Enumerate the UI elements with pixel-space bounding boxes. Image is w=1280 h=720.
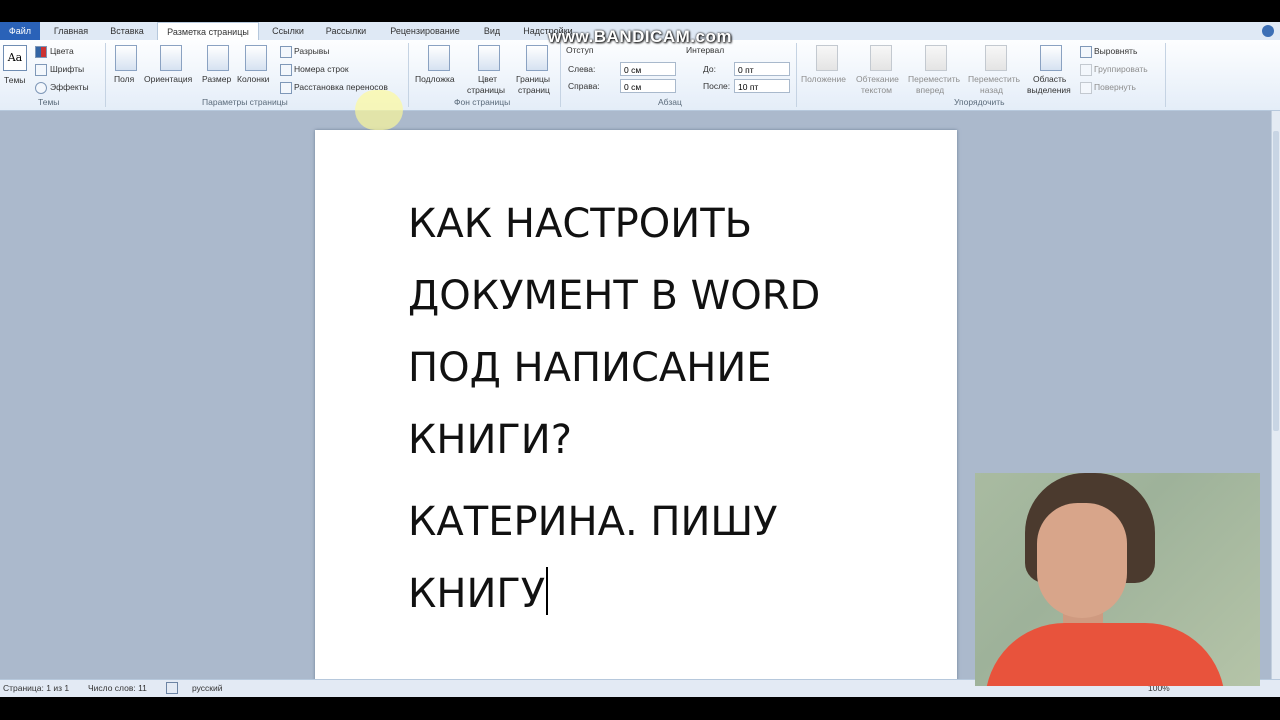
effects-icon <box>35 82 47 94</box>
arrange-group-label: Упорядочить <box>954 97 1005 107</box>
page-borders-icon <box>526 45 548 71</box>
orientation-icon <box>160 45 182 71</box>
columns-button[interactable]: Колонки <box>237 74 269 84</box>
spacing-before-label: До: <box>703 64 716 74</box>
document-page[interactable]: КАК НАСТРОИТЬ ДОКУМЕНТ В WORD ПОД НАПИСА… <box>315 130 957 690</box>
group-divider <box>1165 43 1166 107</box>
bring-forward-button-line2: вперед <box>916 85 945 95</box>
margins-button[interactable]: Поля <box>114 74 134 84</box>
indent-right-label: Справа: <box>568 81 600 91</box>
ribbon: Aa Темы Цвета Шрифты Эффекты Темы Поля О… <box>0 40 1280 111</box>
themes-icon[interactable]: Aa <box>3 45 27 71</box>
hyphenation-icon <box>280 82 292 94</box>
line-numbers-button[interactable]: Номера строк <box>294 64 349 74</box>
watermark-icon <box>428 45 450 71</box>
paragraph-group-label: Абзац <box>658 97 682 107</box>
fonts-button[interactable]: Шрифты <box>50 64 84 74</box>
recording-watermark: www.BANDICAM.com <box>548 27 732 46</box>
align-icon <box>1080 46 1092 58</box>
send-backward-button[interactable]: Переместить <box>968 74 1020 84</box>
document-line-last: КНИГУ <box>408 558 928 630</box>
status-word-count[interactable]: Число слов: 11 <box>88 683 147 693</box>
wrap-text-button[interactable]: Обтекание <box>856 74 899 84</box>
selection-pane-button[interactable]: Область <box>1033 74 1066 84</box>
document-body[interactable]: КАК НАСТРОИТЬ ДОКУМЕНТ В WORD ПОД НАПИСА… <box>408 188 928 630</box>
themes-group-label: Темы <box>38 97 60 107</box>
group-divider <box>408 43 409 107</box>
screen-top-band <box>0 0 1280 22</box>
rotate-button[interactable]: Повернуть <box>1094 82 1136 92</box>
page-setup-group-label: Параметры страницы <box>202 97 288 107</box>
document-line: КНИГИ? <box>408 417 572 463</box>
group-objects-button[interactable]: Группировать <box>1094 64 1148 74</box>
indent-left-field[interactable]: 0 см <box>620 62 676 76</box>
group-divider <box>796 43 797 107</box>
group-divider <box>105 43 106 107</box>
spacing-after-label: После: <box>703 81 731 91</box>
page-borders-button[interactable]: Границы <box>516 74 550 84</box>
indent-right-field[interactable]: 0 см <box>620 79 676 93</box>
webcam-person-shirt <box>985 623 1225 686</box>
text-caret <box>546 567 549 615</box>
send-backward-button-line2: назад <box>980 85 1003 95</box>
breaks-button[interactable]: Разрывы <box>294 46 329 56</box>
selection-pane-icon <box>1040 45 1062 71</box>
indent-left-label: Слева: <box>568 64 596 74</box>
bring-forward-button[interactable]: Переместить <box>908 74 960 84</box>
breaks-icon <box>280 46 292 58</box>
size-button[interactable]: Размер <box>202 74 231 84</box>
vertical-scrollbar[interactable] <box>1271 111 1280 679</box>
selection-pane-button-line2: выделения <box>1027 85 1071 95</box>
document-line: КАК НАСТРОИТЬ <box>408 201 753 247</box>
document-line: КАТЕРИНА. ПИШУ <box>408 499 778 545</box>
status-page-count[interactable]: Страница: 1 из 1 <box>3 683 69 693</box>
rotate-icon <box>1080 82 1092 94</box>
page-color-icon <box>478 45 500 71</box>
position-button[interactable]: Положение <box>801 74 846 84</box>
spacing-before-field[interactable]: 0 пт <box>734 62 790 76</box>
cursor-highlight <box>355 90 403 130</box>
colors-icon <box>35 46 47 58</box>
document-line: ДОКУМЕНТ В WORD <box>408 273 821 319</box>
fonts-icon <box>35 64 47 76</box>
screen-bottom-band <box>0 697 1280 720</box>
orientation-button[interactable]: Ориентация <box>144 74 192 84</box>
colors-button[interactable]: Цвета <box>50 46 74 56</box>
effects-button[interactable]: Эффекты <box>50 82 89 92</box>
align-button[interactable]: Выровнять <box>1094 46 1137 56</box>
wrap-text-button-line2: текстом <box>861 85 892 95</box>
status-language[interactable]: русский <box>192 683 223 693</box>
document-line: ПОД НАПИСАНИЕ <box>408 345 772 391</box>
wrap-text-icon <box>870 45 892 71</box>
margins-icon <box>115 45 137 71</box>
group-objects-icon <box>1080 64 1092 76</box>
size-icon <box>207 45 229 71</box>
webcam-overlay <box>975 473 1260 686</box>
scrollbar-thumb[interactable] <box>1273 131 1279 431</box>
bring-forward-icon <box>925 45 947 71</box>
line-numbers-icon <box>280 64 292 76</box>
document-line: КНИГУ <box>408 571 546 617</box>
columns-icon <box>245 45 267 71</box>
page-borders-button-line2: страниц <box>518 85 550 95</box>
page-color-button-line2: страницы <box>467 85 506 95</box>
position-icon <box>816 45 838 71</box>
page-color-button[interactable]: Цвет <box>478 74 497 84</box>
proofing-icon[interactable] <box>166 682 178 694</box>
page-background-group-label: Фон страницы <box>454 97 511 107</box>
spacing-after-field[interactable]: 10 пт <box>734 79 790 93</box>
themes-button[interactable]: Темы <box>4 75 25 85</box>
word-window: www.BANDICAM.com Файл Главная Вставка Ра… <box>0 0 1280 720</box>
webcam-person-face <box>1037 503 1127 618</box>
send-backward-icon <box>985 45 1007 71</box>
group-divider <box>560 43 561 107</box>
watermark-button[interactable]: Подложка <box>415 74 455 84</box>
